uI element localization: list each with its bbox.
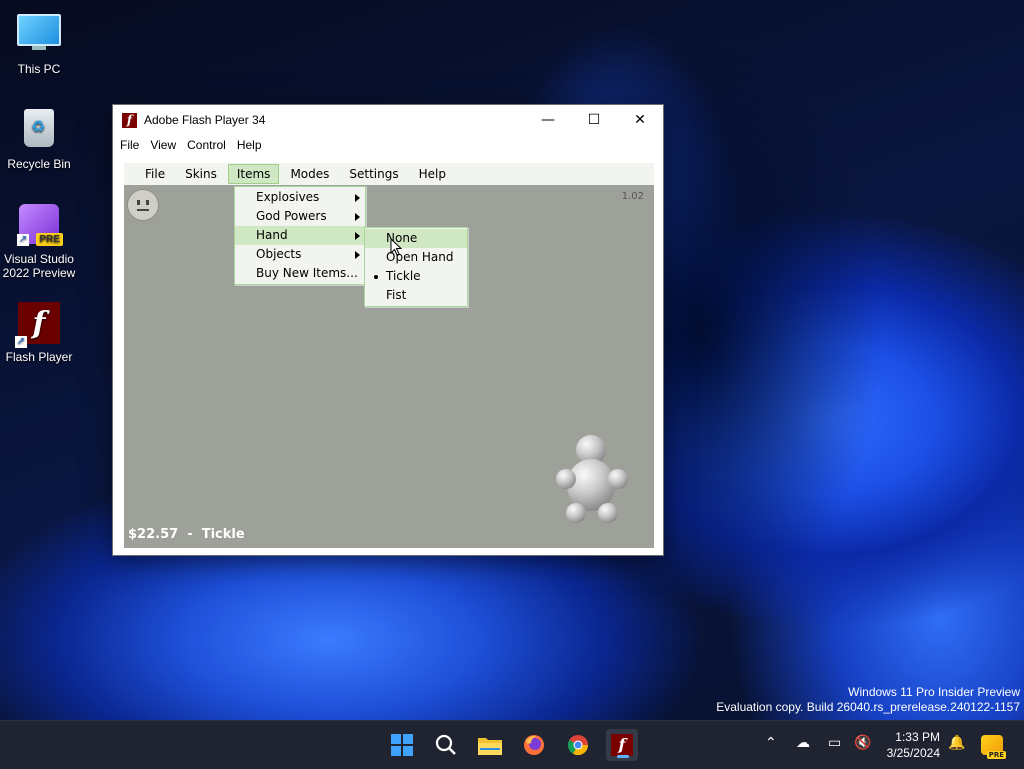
notification-bell-icon[interactable]: 🔔 <box>948 735 965 751</box>
desktop-icon-label: Recycle Bin <box>7 157 71 171</box>
menu-file[interactable]: File <box>116 138 143 152</box>
taskbar-clock[interactable]: 1:33 PM 3/25/2024 <box>887 729 940 761</box>
submenu-arrow-icon <box>355 251 360 259</box>
game-menu-settings[interactable]: Settings <box>340 164 407 184</box>
desktop-icon-visual-studio[interactable]: PRE ↗ Visual Studio 2022 Preview <box>0 204 78 280</box>
search-icon <box>435 734 456 755</box>
version-label: 1.02 <box>621 191 644 202</box>
game-menu-modes[interactable]: Modes <box>281 164 338 184</box>
desktop-icon-label: Flash Player <box>5 350 73 364</box>
volume-muted-icon[interactable]: 🔇 <box>854 735 871 751</box>
clock-date: 3/25/2024 <box>886 746 940 760</box>
chrome-button[interactable] <box>562 729 594 761</box>
submenu-item-tickle[interactable]: Tickle <box>365 267 467 286</box>
game-menubar: File Skins Items Modes Settings Help <box>124 163 654 185</box>
hand-submenu: None Open Hand Tickle Fist <box>364 227 468 307</box>
submenu-arrow-icon <box>355 194 360 202</box>
flash-player-taskbar-button[interactable]: f <box>606 729 638 761</box>
buddy-left-foot <box>566 503 586 523</box>
shortcut-arrow-icon: ↗ <box>15 336 27 348</box>
flash-player-window: f Adobe Flash Player 34 — ☐ ✕ File View … <box>112 104 664 556</box>
menu-control[interactable]: Control <box>183 138 230 152</box>
desktop-icon-label: Visual Studio <box>4 252 74 266</box>
flash-stage[interactable]: File Skins Items Modes Settings Help 1.0… <box>124 163 654 548</box>
submenu-item-none[interactable]: None <box>365 229 467 248</box>
os-watermark: Windows 11 Pro Insider Preview Evaluatio… <box>716 685 1020 714</box>
start-icon <box>391 734 413 756</box>
desktop-icon-recycle-bin[interactable]: Recycle Bin <box>0 106 78 171</box>
menu-item-buy-new-items[interactable]: Buy New Items... <box>235 264 365 283</box>
window-title: Adobe Flash Player 34 <box>144 113 266 127</box>
firefox-icon <box>524 735 544 755</box>
copilot-pre-badge: PRE <box>986 751 1006 759</box>
submenu-arrow-icon <box>355 232 360 240</box>
desktop-icon-label: This PC <box>17 62 61 76</box>
status-separator: - <box>187 527 193 542</box>
search-button[interactable] <box>430 729 462 761</box>
menu-help[interactable]: Help <box>233 138 266 152</box>
game-menu-file[interactable]: File <box>136 164 174 184</box>
menu-item-explosives[interactable]: Explosives <box>235 188 365 207</box>
flash-player-icon: f <box>611 734 633 756</box>
monitor-icon <box>17 14 61 58</box>
desktop-icon-flash-player[interactable]: f ↗ Flash Player <box>0 302 78 364</box>
desktop-icon-this-pc[interactable]: This PC <box>0 10 78 76</box>
submenu-item-fist[interactable]: Fist <box>365 286 467 305</box>
menu-item-god-powers[interactable]: God Powers <box>235 207 365 226</box>
pre-badge: PRE <box>36 233 63 246</box>
menu-view[interactable]: View <box>146 138 180 152</box>
submenu-arrow-icon <box>355 213 360 221</box>
recycle-bin-icon <box>17 109 61 153</box>
buddy-right-foot <box>598 503 618 523</box>
show-hidden-icons-button[interactable]: ⌃ <box>765 735 777 751</box>
copilot-button[interactable]: PRE <box>976 729 1008 761</box>
desktop-icon-label: 2022 Preview <box>2 266 76 280</box>
title-bar[interactable]: f Adobe Flash Player 34 — ☐ ✕ <box>113 105 663 135</box>
buddy-right-arm <box>608 469 628 489</box>
onedrive-icon[interactable]: ☁ <box>796 735 810 751</box>
buddy-character[interactable] <box>556 435 628 535</box>
visual-studio-icon: PRE ↗ <box>17 204 63 248</box>
file-explorer-icon <box>478 738 502 755</box>
mouse-cursor-icon <box>390 238 402 256</box>
menu-item-hand[interactable]: Hand <box>235 226 365 245</box>
firefox-button[interactable] <box>518 729 550 761</box>
close-button[interactable]: ✕ <box>617 105 663 135</box>
taskbar: f ⌃ ☁ ▭ 🔇 1:33 PM 3/25/2024 🔔 PRE <box>0 720 1024 769</box>
money-value: $22.57 <box>128 527 179 542</box>
network-icon[interactable]: ▭ <box>828 735 841 751</box>
mood-face-icon[interactable] <box>127 189 159 221</box>
items-dropdown: Explosives God Powers Hand Objects Buy N… <box>234 186 366 285</box>
flash-app-icon: f <box>122 112 137 128</box>
clock-time: 1:33 PM <box>895 730 940 744</box>
selected-bullet-icon <box>374 275 378 279</box>
current-tool: Tickle <box>201 527 245 542</box>
maximize-button[interactable]: ☐ <box>571 105 617 135</box>
file-explorer-button[interactable] <box>474 729 506 761</box>
active-app-indicator <box>617 755 629 758</box>
game-menu-skins[interactable]: Skins <box>176 164 226 184</box>
buddy-left-arm <box>556 469 576 489</box>
chrome-icon <box>567 735 589 756</box>
shortcut-arrow-icon: ↗ <box>17 234 29 246</box>
flash-player-icon: f ↗ <box>15 302 61 348</box>
game-menu-help[interactable]: Help <box>410 164 455 184</box>
copilot-icon: PRE <box>981 735 1006 759</box>
game-menu-items[interactable]: Items <box>227 164 280 184</box>
submenu-item-open-hand[interactable]: Open Hand <box>365 248 467 267</box>
status-readout: $22.57 - Tickle <box>128 527 245 542</box>
menu-item-objects[interactable]: Objects <box>235 245 365 264</box>
minimize-button[interactable]: — <box>525 105 571 135</box>
start-button[interactable] <box>386 729 418 761</box>
window-menubar: File View Control Help <box>113 135 663 155</box>
